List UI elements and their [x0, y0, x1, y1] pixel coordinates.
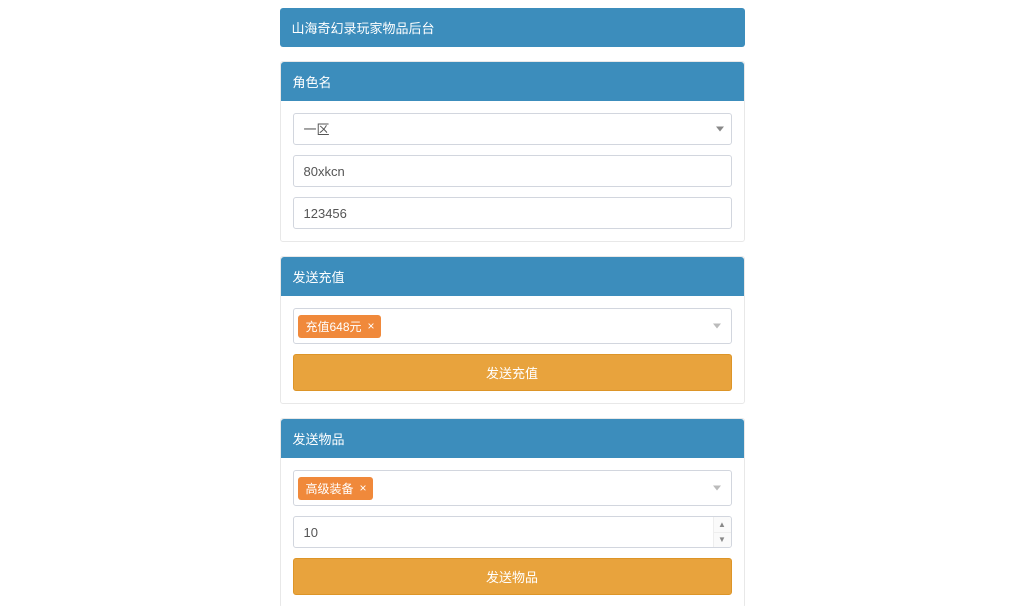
- password-input[interactable]: [293, 197, 732, 229]
- item-select[interactable]: 高级装备 ×: [293, 470, 732, 506]
- main-scroll[interactable]: 山海奇幻录玩家物品后台 角色名 一区 发送充值: [137, 0, 887, 606]
- panel-send-item: 发送物品 高级装备 × ▲ ▼: [280, 418, 745, 606]
- item-tag-label: 高级装备: [306, 480, 354, 497]
- item-tag: 高级装备 ×: [298, 477, 373, 500]
- recharge-select[interactable]: 充值648元 ×: [293, 308, 732, 344]
- recharge-tag-label: 充值648元: [306, 318, 362, 335]
- panel-send-item-header: 发送物品: [281, 419, 744, 458]
- send-item-button[interactable]: 发送物品: [293, 558, 732, 595]
- region-select[interactable]: 一区: [293, 113, 732, 145]
- quantity-input[interactable]: [293, 516, 732, 548]
- quantity-down-icon[interactable]: ▼: [714, 533, 731, 548]
- recharge-tag: 充值648元 ×: [298, 315, 381, 338]
- panel-recharge: 发送充值 充值648元 × 发送充值: [280, 256, 745, 404]
- recharge-tag-remove-icon[interactable]: ×: [368, 320, 375, 332]
- panel-role-header: 角色名: [281, 62, 744, 101]
- username-input[interactable]: [293, 155, 732, 187]
- send-recharge-button[interactable]: 发送充值: [293, 354, 732, 391]
- panel-recharge-header: 发送充值: [281, 257, 744, 296]
- app-title: 山海奇幻录玩家物品后台: [280, 8, 745, 47]
- quantity-up-icon[interactable]: ▲: [714, 517, 731, 533]
- panel-role: 角色名 一区: [280, 61, 745, 242]
- item-tag-remove-icon[interactable]: ×: [360, 482, 367, 494]
